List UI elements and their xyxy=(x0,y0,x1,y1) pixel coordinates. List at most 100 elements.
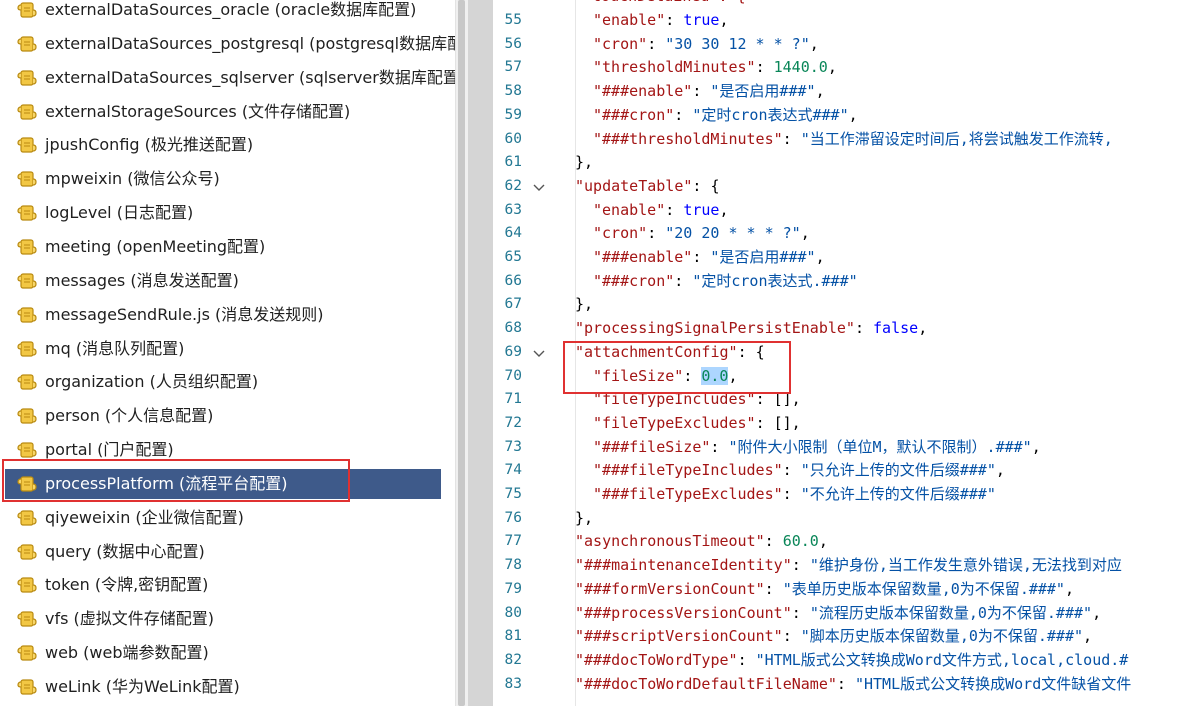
config-scroll-icon xyxy=(16,440,38,460)
code-line[interactable]: "###fileTypeExcludes": "不允许上传的文件后缀###" xyxy=(593,483,996,507)
code-line[interactable]: "###enable": "是否启用###", xyxy=(593,80,825,104)
json-key: "fileTypeIncludes" xyxy=(593,390,756,409)
line-number-row: 73 xyxy=(494,436,554,460)
code-line[interactable]: "###enable": "是否启用###", xyxy=(593,246,825,270)
fold-chevron-icon[interactable] xyxy=(532,180,546,194)
json-punct: : xyxy=(737,650,756,669)
tree-item[interactable]: jpushConfig (极光推送配置) xyxy=(0,130,455,160)
tree-item[interactable]: mq (消息队列配置) xyxy=(0,334,455,364)
tree-item-label: person (个人信息配置) xyxy=(45,406,214,426)
json-punct: : { xyxy=(737,342,765,361)
tree-item[interactable]: web (web端参数配置) xyxy=(0,638,455,668)
json-punct: : xyxy=(755,58,774,77)
code-line[interactable]: "###thresholdMinutes": "当工作滞留设定时间后,将尝试触发… xyxy=(593,128,1113,152)
code-line[interactable]: "###processVersionCount": "流程历史版本保留数量,0为… xyxy=(575,602,1101,626)
tree-item-label: externalDataSources_postgresql (postgres… xyxy=(45,33,455,53)
fold-chevron-icon[interactable] xyxy=(532,346,546,360)
panel-splitter[interactable] xyxy=(468,0,493,706)
json-number: 60.0 xyxy=(782,532,819,551)
tree-scrollbar[interactable] xyxy=(455,0,468,706)
line-number-row: 74 xyxy=(494,459,554,483)
code-line[interactable]: "processingSignalPersistEnable": false, xyxy=(575,317,927,341)
config-scroll-icon xyxy=(16,643,38,663)
code-line[interactable]: "asynchronousTimeout": 60.0, xyxy=(575,530,828,554)
code-line[interactable]: "###fileSize": "附件大小限制（单位M，默认不限制）.###", xyxy=(593,436,1041,460)
code-line[interactable]: "###docToWordDefaultFileName": "HTML版式公文… xyxy=(575,673,1131,697)
tree-item[interactable]: messageSendRule.js (消息发送规则) xyxy=(0,300,455,330)
json-punct: , xyxy=(1083,627,1093,646)
code-content[interactable]: "touchDetained": {"enable": true,"cron":… xyxy=(575,0,1184,706)
tree-item[interactable]: externalStorageSources (文件存储配置) xyxy=(0,97,455,127)
tree-item[interactable]: logLevel (日志配置) xyxy=(0,198,455,228)
json-punct: : xyxy=(665,200,684,219)
code-line[interactable]: "fileTypeExcludes": [], xyxy=(593,412,801,436)
tree-item[interactable]: organization (人员组织配置) xyxy=(0,367,455,397)
json-string: "维护身份,当工作发生意外错误,无法找到对应 xyxy=(809,556,1122,575)
json-key: "###processVersionCount" xyxy=(575,603,792,622)
line-number-row: 60 xyxy=(494,128,554,152)
tree-item[interactable]: meeting (openMeeting配置) xyxy=(0,232,455,262)
code-line[interactable]: "###docToWordType": "HTML版式公文转换成Word文件方式… xyxy=(575,649,1128,673)
json-punct: , xyxy=(1092,603,1102,622)
code-line[interactable]: }, xyxy=(575,507,593,531)
line-number-row: 64 xyxy=(494,222,554,246)
code-line[interactable]: "fileSize": 0.0, xyxy=(593,365,738,389)
code-line[interactable]: "cron": "20 20 * * * ?", xyxy=(593,222,810,246)
json-key: "thresholdMinutes" xyxy=(593,58,756,77)
tree-item-label: jpushConfig (极光推送配置) xyxy=(45,135,254,155)
json-punct: : xyxy=(692,248,711,266)
tree-item-label: logLevel (日志配置) xyxy=(45,203,194,223)
json-punct: , xyxy=(918,319,928,338)
code-line[interactable]: "###maintenanceIdentity": "维护身份,当工作发生意外错… xyxy=(575,554,1122,578)
json-key: "###fileSize" xyxy=(593,437,711,456)
code-line[interactable]: "enable": true, xyxy=(593,9,728,33)
tree-item[interactable]: person (个人信息配置) xyxy=(0,401,455,431)
tree-item[interactable]: messages (消息发送配置) xyxy=(0,266,455,296)
line-number: 83 xyxy=(504,675,522,692)
line-number: 70 xyxy=(504,367,522,384)
json-punct: : xyxy=(791,603,810,622)
code-line[interactable]: "fileTypeIncludes": [], xyxy=(593,388,801,412)
json-key: "###formVersionCount" xyxy=(575,579,765,598)
tree-item[interactable]: vfs (虚拟文件存储配置) xyxy=(0,604,455,634)
config-tree-panel: externalDataSources_oracle (oracle数据库配置)… xyxy=(0,0,455,706)
tree-item-label: portal (门户配置) xyxy=(45,440,174,460)
code-line[interactable]: }, xyxy=(575,151,593,175)
tree-item[interactable]: externalDataSources_postgresql (postgres… xyxy=(0,29,455,59)
tree-item[interactable]: externalDataSources_oracle (oracle数据库配置) xyxy=(0,0,455,25)
code-line[interactable]: "updateTable": { xyxy=(575,175,720,199)
code-line[interactable]: "###cron": "定时cron表达式###", xyxy=(593,104,858,128)
json-punct: : xyxy=(647,34,666,53)
tree-item[interactable]: mpweixin (微信公众号) xyxy=(0,164,455,194)
json-punct: : { xyxy=(692,176,720,195)
tree-item[interactable]: query (数据中心配置) xyxy=(0,537,455,567)
code-line[interactable]: "cron": "30 30 12 * * ?", xyxy=(593,33,819,57)
json-punct: : xyxy=(836,674,855,693)
code-line[interactable]: "attachmentConfig": { xyxy=(575,341,765,365)
json-punct: : xyxy=(674,105,693,124)
code-line[interactable]: "###formVersionCount": "表单历史版本保留数量,0为不保留… xyxy=(575,578,1074,602)
tree-item[interactable]: token (令牌,密钥配置) xyxy=(0,570,455,600)
line-number: 79 xyxy=(504,580,522,597)
code-line[interactable]: "enable": true, xyxy=(593,199,728,223)
code-line[interactable]: "###fileTypeIncludes": "只允许上传的文件后缀###", xyxy=(593,459,1005,483)
tree-item[interactable]: qiyeweixin (企业微信配置) xyxy=(0,503,455,533)
tree-item[interactable]: weLink (华为WeLink配置) xyxy=(0,672,455,702)
code-line[interactable]: }, xyxy=(575,293,593,317)
tree-item[interactable]: externalDataSources_sqlserver (sqlserver… xyxy=(0,63,455,93)
line-number-row: 61 xyxy=(494,151,554,175)
code-line[interactable]: "thresholdMinutes": 1440.0, xyxy=(593,56,837,80)
code-line[interactable]: "###cron": "定时cron表达式.###" xyxy=(593,270,858,294)
code-editor[interactable]: 55 56 57 58 59 60 61 62 63 64 65 66 67 68 69 70 71 72 73 74… xyxy=(494,0,1184,706)
tree-scrollbar-thumb[interactable] xyxy=(458,0,465,706)
line-number-row: 78 xyxy=(494,554,554,578)
json-punct: : xyxy=(647,224,666,243)
line-number-row: 71 xyxy=(494,388,554,412)
line-number: 63 xyxy=(504,201,522,218)
json-string: "表单历史版本保留数量,0为不保留.###" xyxy=(782,579,1065,598)
tree-item[interactable]: portal (门户配置) xyxy=(0,435,455,465)
code-line[interactable]: "###scriptVersionCount": "脚本历史版本保留数量,0为不… xyxy=(575,625,1092,649)
line-number: 69 xyxy=(504,343,522,360)
tree-item[interactable]: processPlatform (流程平台配置) xyxy=(0,468,455,499)
tree-item-label: mpweixin (微信公众号) xyxy=(45,169,220,189)
